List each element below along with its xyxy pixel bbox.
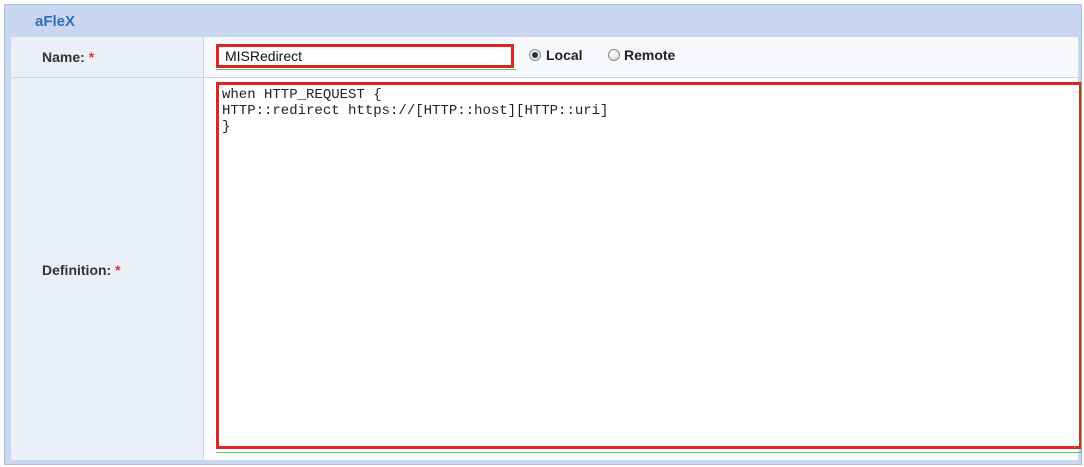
name-label-cell: Name: * (11, 37, 204, 77)
definition-textarea[interactable]: when HTTP_REQUEST { HTTP::redirect https… (216, 82, 1082, 449)
definition-label: Definition: * (42, 262, 121, 278)
required-mark: * (115, 262, 121, 278)
definition-underline (216, 452, 1082, 453)
definition-row: Definition: * when HTTP_REQUEST { HTTP::… (11, 78, 1082, 460)
local-radio[interactable] (529, 49, 541, 61)
name-input[interactable] (216, 44, 514, 68)
panel-title: aFleX (35, 13, 76, 30)
panel-header: aFleX (5, 5, 1081, 37)
name-row: Name: * Local Remote (11, 37, 1078, 77)
remote-radio[interactable] (608, 49, 620, 61)
aflex-panel: aFleX Name: * Local Remote Definition: *… (4, 4, 1082, 465)
name-label: Name: * (42, 49, 94, 65)
name-input-underline (216, 69, 516, 70)
resize-handle-icon[interactable]: ⋰ (1073, 441, 1081, 449)
definition-value-cell: when HTTP_REQUEST { HTTP::redirect https… (204, 78, 1082, 460)
required-mark: * (88, 49, 95, 65)
local-radio-label[interactable]: Local (546, 47, 583, 63)
definition-label-cell: Definition: * (11, 78, 204, 460)
remote-radio-label[interactable]: Remote (624, 47, 675, 63)
definition-rightline (1081, 82, 1082, 452)
name-label-text: Name: (42, 49, 85, 65)
name-value-cell: Local Remote (204, 37, 1078, 77)
definition-label-text: Definition: (42, 262, 112, 278)
